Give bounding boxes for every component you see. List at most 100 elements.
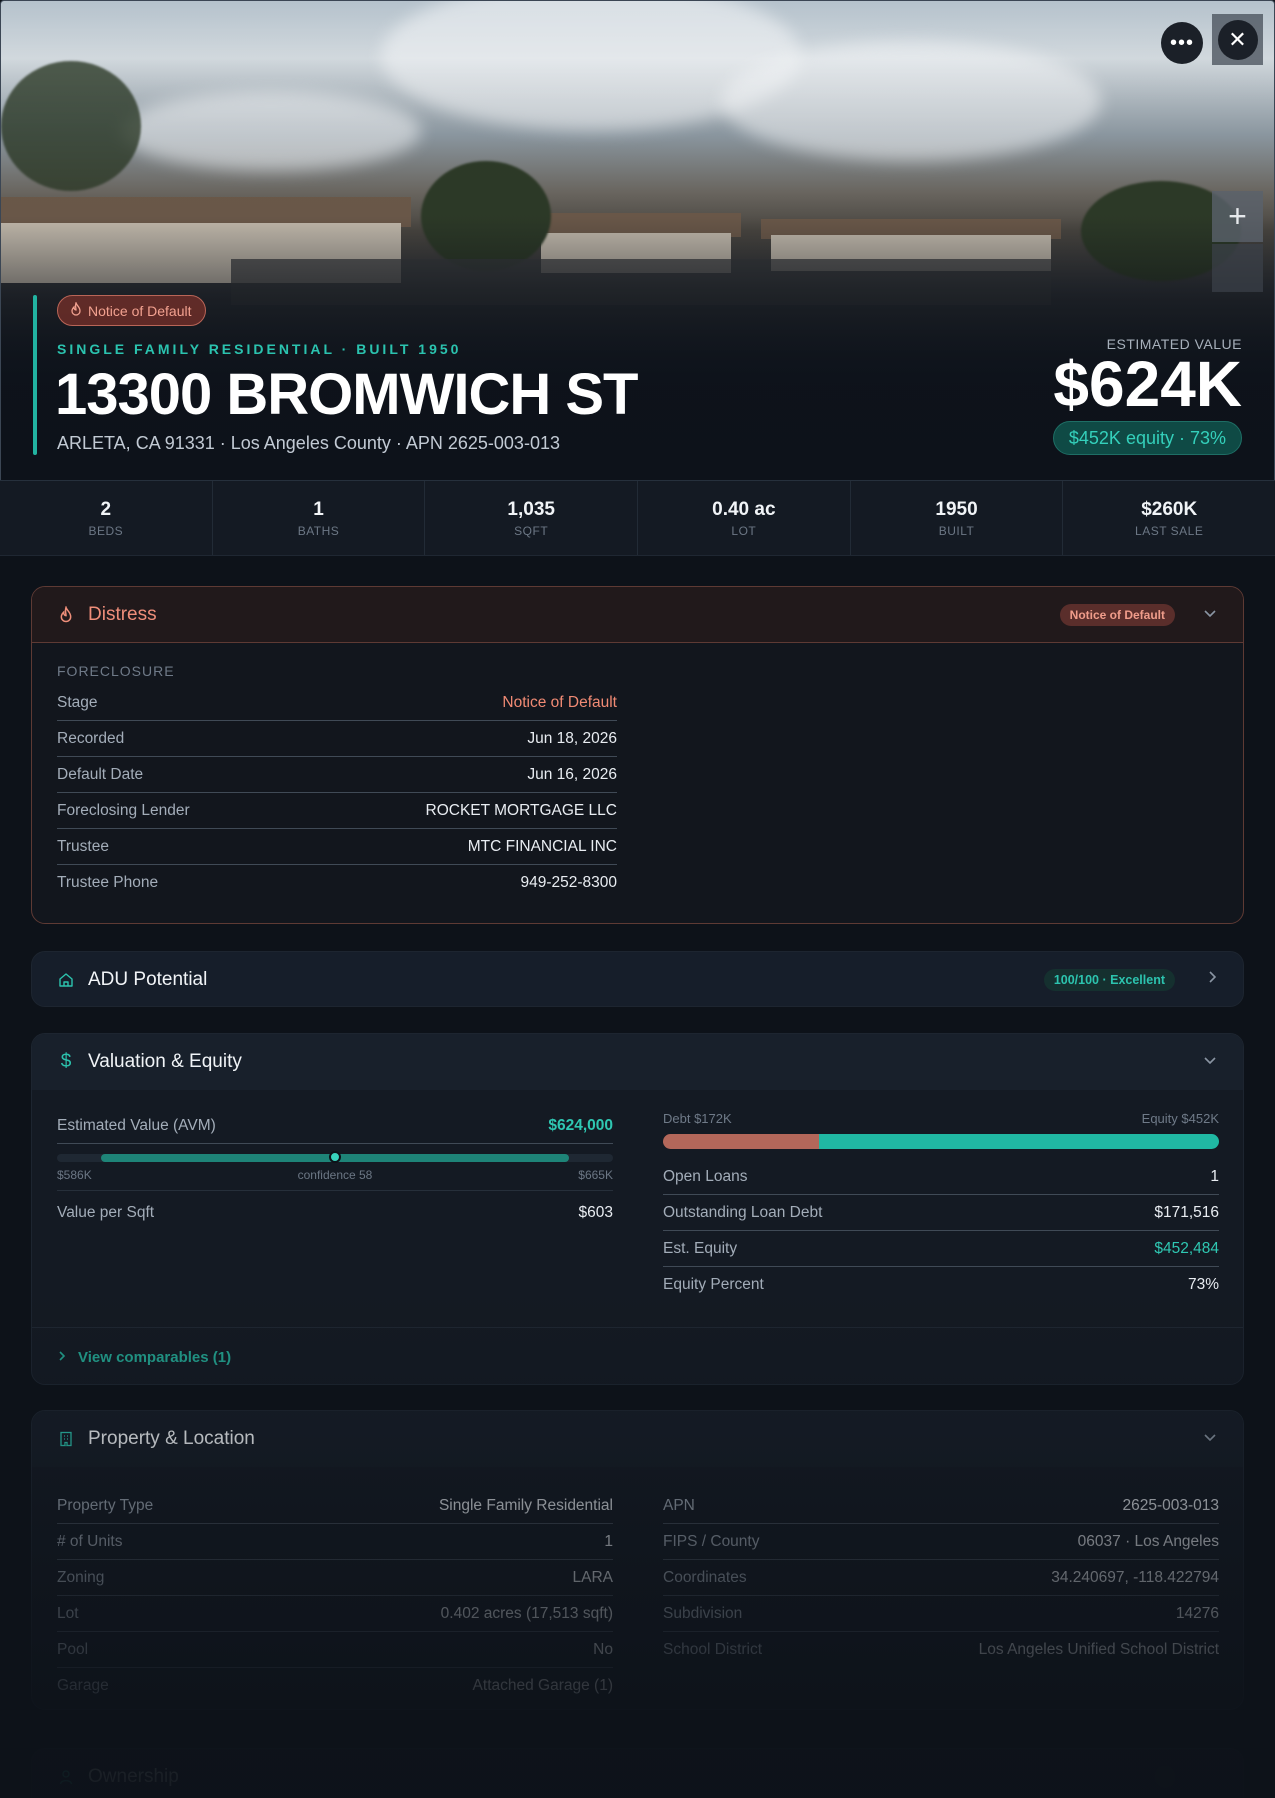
zoom-in-button[interactable]: + — [1212, 191, 1263, 242]
stat-label: LAST SALE — [1135, 523, 1204, 538]
adu-potential-card[interactable]: ADU Potential 100/100 · Excellent — [31, 951, 1244, 1007]
avm-value: $624,000 — [548, 1116, 613, 1134]
kv-value: 949-252-8300 — [520, 874, 617, 891]
kv-key: Recorded — [57, 729, 125, 747]
property-details-right: APN 2625-003-013 FIPS / County 06037 · Los… — [663, 1488, 1219, 1668]
chevron-down-icon[interactable] — [1203, 605, 1217, 623]
kv-row: School District Los Angeles Unified Schoo… — [663, 1632, 1219, 1668]
ownership-badge — [1155, 1766, 1175, 1788]
stat-label: BEDS — [88, 523, 124, 538]
more-options-button[interactable]: ••• — [1161, 22, 1203, 64]
kv-value: 06037 · Los Angeles — [1077, 1532, 1219, 1550]
stat-value: 2 — [100, 498, 112, 520]
chevron-down-icon[interactable] — [1203, 1429, 1217, 1447]
distress-badge-label: Notice of Default — [88, 302, 192, 319]
kv-row: Equity Percent 73% — [663, 1267, 1219, 1303]
view-comparables-button[interactable]: View comparables (1) — [32, 1327, 1243, 1384]
building-icon — [56, 1429, 76, 1449]
kv-row: Lot 0.402 acres (17,513 sqft) — [57, 1596, 613, 1632]
kv-row: Coordinates 34.240697, -118.422794 — [663, 1560, 1219, 1596]
value-per-sqft-row: Value per Sqft $603 — [57, 1195, 613, 1231]
valuation-card-header[interactable]: $ Valuation & Equity — [32, 1034, 1243, 1090]
kv-key: Equity Percent — [663, 1276, 764, 1293]
stat-value: 1 — [313, 498, 324, 520]
kv-value: Jun 16, 2026 — [527, 765, 617, 783]
stat-sqft: 1,035 SQFT — [425, 481, 639, 555]
kv-key: Pool — [57, 1640, 89, 1658]
kv-row: APN 2625-003-013 — [663, 1488, 1219, 1524]
debt-equity-bar — [663, 1134, 1219, 1149]
stat-label: BATHS — [297, 523, 340, 538]
plus-icon: + — [1228, 198, 1247, 234]
close-button-wrap[interactable]: ✕ — [1212, 14, 1263, 65]
chevron-right-icon[interactable] — [1207, 970, 1217, 989]
kv-key: School District — [663, 1641, 763, 1658]
hero-street-view: ••• ✕ + Notice of Default SINGLE FAMILY … — [0, 0, 1275, 480]
stat-label: SQFT — [514, 523, 549, 538]
avm-panel: Estimated Value (AVM) $624,000 $586K con… — [57, 1108, 613, 1231]
kv-value: Attached Garage (1) — [472, 1677, 613, 1694]
avm-label: Estimated Value (AVM) — [57, 1116, 216, 1134]
kv-row: Outstanding Loan Debt $171,516 — [663, 1195, 1219, 1231]
distress-badge: Notice of Default — [57, 295, 206, 326]
kv-value: $452,484 — [1154, 1239, 1219, 1257]
kv-row: Trustee MTC FINANCIAL INC — [57, 829, 617, 865]
adu-card-title: ADU Potential — [88, 969, 208, 990]
equity-pill: $452K equity · 73% — [1052, 421, 1242, 455]
adu-card-header[interactable]: ADU Potential 100/100 · Excellent — [32, 952, 1243, 1006]
kv-key: Est. Equity — [663, 1239, 738, 1257]
view-comparables-label: View comparables (1) — [78, 1348, 232, 1366]
kv-value: Notice of Default — [502, 693, 617, 711]
close-button[interactable]: ✕ — [1217, 19, 1258, 60]
kv-key: Lot — [57, 1604, 79, 1622]
ownership-card-header[interactable]: Ownership — [32, 1749, 1243, 1798]
kv-key: Zoning — [57, 1568, 105, 1586]
stat-value: 0.40 ac — [712, 498, 776, 520]
kv-key: Open Loans — [663, 1167, 748, 1185]
dollar-icon: $ — [60, 1051, 72, 1072]
property-card-header[interactable]: Property & Location — [32, 1411, 1243, 1467]
kv-value: 14276 — [1175, 1604, 1219, 1622]
kv-key: Default Date — [57, 765, 144, 783]
debt-equity-labels: Debt $172K Equity $452K — [663, 1111, 1219, 1126]
kv-value: Los Angeles Unified School District — [978, 1641, 1219, 1658]
avm-row: Estimated Value (AVM) $624,000 — [57, 1108, 613, 1144]
ownership-card[interactable]: Ownership — [31, 1748, 1244, 1798]
kv-row: Property Type Single Family Residential — [57, 1488, 613, 1524]
ellipsis-icon: ••• — [1169, 31, 1194, 54]
kv-row: Pool No — [57, 1632, 613, 1668]
stat-lot: 0.40 ac LOT — [638, 481, 851, 555]
chevron-down-icon[interactable] — [1203, 1052, 1217, 1070]
kv-key: Stage — [57, 693, 98, 711]
zoom-out-button[interactable] — [1212, 244, 1263, 292]
stat-baths: 1 BATHS — [213, 481, 426, 555]
property-details-left: Property Type Single Family Residential #… — [57, 1488, 613, 1704]
range-high: $665K — [578, 1168, 613, 1182]
foreclosure-section: FORECLOSURE Stage Notice of Default Recor… — [32, 663, 1243, 901]
user-icon — [56, 1767, 76, 1787]
stat-value: $260K — [1141, 498, 1198, 520]
kv-key: FIPS / County — [663, 1532, 760, 1550]
kv-row: Recorded Jun 18, 2026 — [57, 721, 617, 757]
distress-card-title: Distress — [88, 603, 157, 625]
kv-value: $603 — [578, 1204, 613, 1221]
hero-accent-bar — [33, 295, 37, 455]
kv-key: # of Units — [57, 1532, 123, 1550]
kv-value: 73% — [1187, 1276, 1219, 1293]
kv-row: Est. Equity $452,484 — [663, 1231, 1219, 1267]
equity-label: Equity $452K — [1141, 1111, 1219, 1126]
kv-key: APN — [663, 1496, 695, 1514]
property-title: 13300 BROMWICH ST — [55, 362, 638, 427]
property-card-title: Property & Location — [88, 1428, 255, 1449]
stat-label: LOT — [731, 523, 757, 538]
ownership-card-title: Ownership — [88, 1766, 179, 1787]
stat-value: 1,035 — [507, 498, 555, 520]
kv-value: Jun 18, 2026 — [527, 729, 617, 747]
flame-icon — [56, 605, 76, 625]
debt-equity-panel: Debt $172K Equity $452K Open Loans 1 Outs… — [663, 1101, 1219, 1303]
kv-row: Stage Notice of Default — [57, 685, 617, 721]
kv-value: $171,516 — [1154, 1203, 1219, 1221]
distress-card-header[interactable]: Distress Notice of Default — [32, 587, 1243, 643]
kv-row: Default Date Jun 16, 2026 — [57, 757, 617, 793]
kv-row: Zoning LARA — [57, 1560, 613, 1596]
